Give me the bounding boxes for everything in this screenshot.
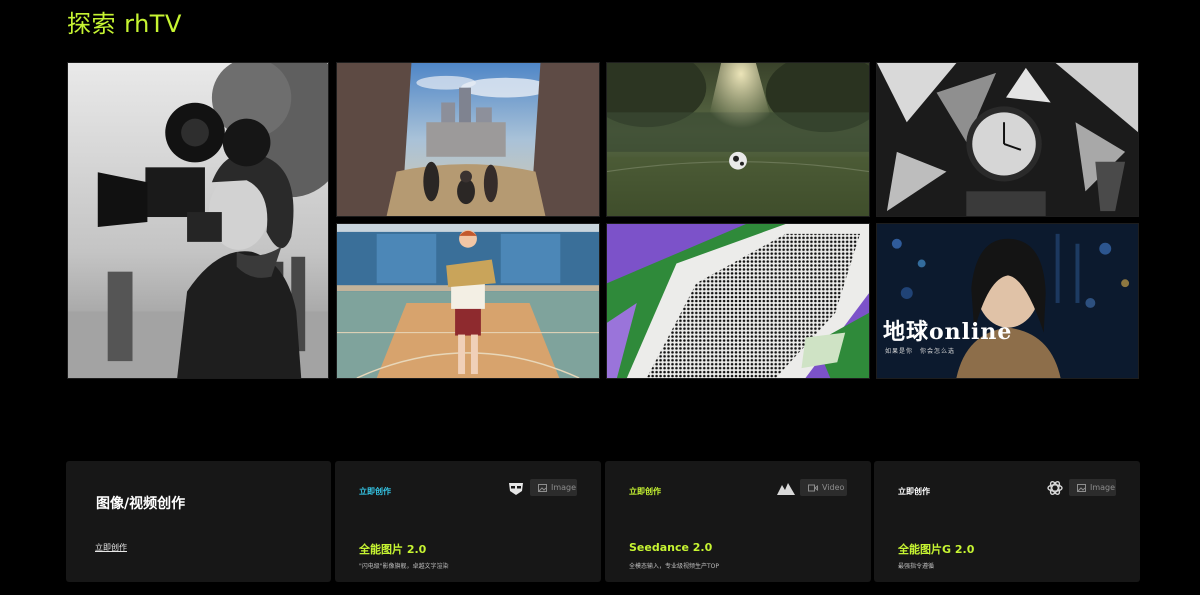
create-now-tag[interactable]: 立即创作 — [629, 486, 661, 497]
gallery-tile-clock[interactable] — [876, 62, 1139, 217]
intro-card: 图像/视频创作 立即创作 — [66, 461, 331, 582]
badge-label: Image — [551, 483, 577, 492]
model-name: Seedance 2.0 — [629, 541, 713, 554]
image-type-badge[interactable]: Image — [1069, 479, 1116, 496]
badge-label: Video — [822, 483, 845, 492]
fantasy-city-image — [337, 63, 599, 216]
model-cards: 图像/视频创作 立即创作 立即创作 Image 全能图片 2.0 "闪电级"影像… — [66, 461, 1140, 582]
create-now-link[interactable]: 立即创作 — [95, 542, 127, 553]
openai-knot-icon — [1045, 478, 1065, 498]
page-title: 探索 rhTV — [67, 10, 182, 38]
badge-label: Image — [1090, 483, 1116, 492]
gallery-tile-earth-online[interactable]: 地球online 如果是你 你会怎么选 — [876, 223, 1139, 379]
video-icon — [808, 484, 818, 491]
gallery-tile-boy-reading[interactable] — [336, 223, 600, 379]
image-icon — [1077, 483, 1086, 492]
boy-reading-image — [337, 224, 599, 378]
image-type-badge[interactable]: Image — [530, 479, 577, 496]
model-card-quanneng-2[interactable]: 立即创作 Image 全能图片 2.0 "闪电级"影像旗舰，卓越文字渲染 — [335, 461, 601, 582]
clock-room-image — [877, 63, 1138, 216]
abstract-collage-image — [607, 224, 869, 378]
model-name: 全能图片 2.0 — [359, 543, 427, 556]
soccer-field-image — [607, 63, 869, 216]
camera-woman-image — [68, 63, 328, 378]
gallery-tile-abstract[interactable] — [606, 223, 870, 379]
poster-title: 地球online — [883, 319, 1013, 345]
alien-mask-icon — [506, 478, 526, 498]
model-card-seedance[interactable]: 立即创作 Video Seedance 2.0 全模态输入，专业级视频生产TOP — [605, 461, 871, 582]
create-now-tag[interactable]: 立即创作 — [359, 486, 391, 497]
gallery-tile-soccer[interactable] — [606, 62, 870, 217]
mountain-peaks-icon — [776, 478, 796, 498]
model-description: 全模态输入，专业级视频生产TOP — [629, 563, 720, 570]
gallery-grid: 地球online 如果是你 你会怎么选 — [67, 62, 1139, 379]
gallery-tile-fantasy-city[interactable] — [336, 62, 600, 217]
image-icon — [538, 483, 547, 492]
model-description: 最强指令遵循 — [898, 563, 935, 570]
model-card-quanneng-g2[interactable]: 立即创作 Image 全能图片G 2.0 最强指令遵循 — [874, 461, 1140, 582]
video-type-badge[interactable]: Video — [800, 479, 847, 496]
model-description: "闪电级"影像旗舰，卓越文字渲染 — [359, 563, 449, 570]
intro-title: 图像/视频创作 — [96, 496, 186, 512]
create-now-tag[interactable]: 立即创作 — [898, 486, 930, 497]
poster-subtitle: 如果是你 你会怎么选 — [885, 348, 956, 355]
model-name: 全能图片G 2.0 — [898, 543, 975, 556]
gallery-tile-camera-woman[interactable] — [67, 62, 329, 379]
